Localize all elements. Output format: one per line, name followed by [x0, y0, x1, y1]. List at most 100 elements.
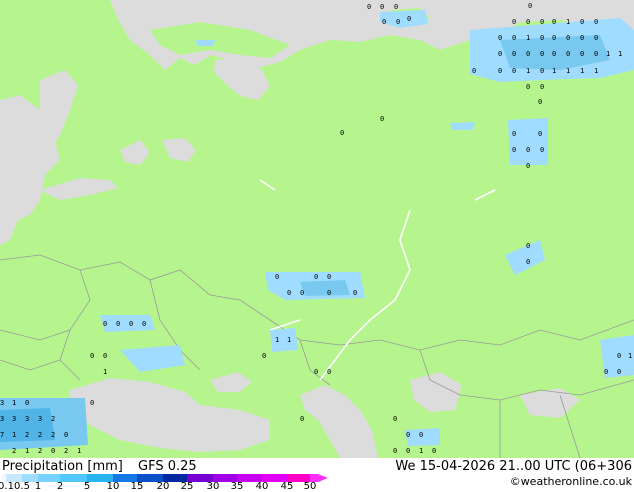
svg-text:0: 0 [512, 130, 516, 138]
svg-text:0: 0 [594, 50, 598, 58]
svg-text:0: 0 [432, 447, 436, 455]
svg-text:0: 0 [407, 15, 411, 23]
svg-text:0: 0 [393, 415, 397, 423]
colorbar-arrow [318, 474, 328, 482]
precip-ukraine [100, 315, 155, 332]
precip-small-1 [450, 122, 475, 130]
svg-text:0: 0 [406, 447, 410, 455]
colorbar-tick-label: 50 [303, 481, 317, 492]
svg-text:0: 0 [64, 431, 68, 439]
svg-text:0: 0 [580, 18, 584, 26]
svg-text:1: 1 [566, 67, 570, 75]
colorbar-tick-label: 2 [56, 481, 64, 492]
svg-text:0: 0 [103, 320, 107, 328]
svg-text:0: 0 [540, 50, 544, 58]
colorbar-tick-label: 0.5 [14, 481, 30, 492]
svg-text:3: 3 [12, 415, 16, 423]
svg-text:0: 0 [526, 146, 530, 154]
svg-text:0: 0 [538, 130, 542, 138]
svg-text:0: 0 [594, 34, 598, 42]
svg-text:2: 2 [51, 415, 55, 423]
svg-text:1: 1 [580, 67, 584, 75]
precip-small-2 [196, 40, 215, 46]
svg-text:0: 0 [472, 67, 476, 75]
svg-text:2: 2 [38, 447, 42, 455]
svg-text:0: 0 [538, 98, 542, 106]
svg-text:0: 0 [580, 50, 584, 58]
svg-text:0: 0 [406, 431, 410, 439]
svg-text:1: 1 [419, 447, 423, 455]
colorbar-tick-label: 10 [106, 481, 120, 492]
svg-text:0: 0 [540, 83, 544, 91]
svg-text:0: 0 [552, 34, 556, 42]
colorbar-tick-label: 30 [206, 481, 220, 492]
svg-text:2: 2 [51, 431, 55, 439]
svg-text:0: 0 [103, 352, 107, 360]
precip-ural-mid [508, 118, 548, 165]
svg-text:0: 0 [526, 18, 530, 26]
colorbar-tick-label: 40 [255, 481, 269, 492]
svg-text:1: 1 [287, 336, 291, 344]
svg-text:1: 1 [25, 447, 29, 455]
svg-text:0: 0 [594, 18, 598, 26]
svg-text:0: 0 [393, 447, 397, 455]
svg-text:0: 0 [512, 34, 516, 42]
svg-text:0: 0 [526, 258, 530, 266]
svg-text:0: 0 [382, 18, 386, 26]
svg-text:0: 0 [367, 3, 371, 11]
svg-text:0: 0 [512, 67, 516, 75]
svg-text:1: 1 [606, 50, 610, 58]
svg-text:0: 0 [526, 83, 530, 91]
svg-text:7: 7 [0, 431, 4, 439]
svg-text:3: 3 [0, 399, 4, 407]
colorbar-tick-label: 5 [83, 481, 91, 492]
svg-text:1: 1 [618, 50, 622, 58]
svg-text:0: 0 [604, 368, 608, 376]
svg-text:0: 0 [353, 289, 357, 297]
svg-text:0: 0 [498, 67, 502, 75]
svg-text:1: 1 [12, 431, 16, 439]
svg-text:0: 0 [419, 431, 423, 439]
svg-text:0: 0 [526, 242, 530, 250]
svg-text:0: 0 [262, 352, 266, 360]
svg-text:0: 0 [617, 352, 621, 360]
model-name: GFS 0.25 [138, 459, 197, 474]
svg-text:1: 1 [566, 18, 570, 26]
svg-text:2: 2 [25, 431, 29, 439]
svg-text:1: 1 [552, 67, 556, 75]
svg-text:0: 0 [90, 399, 94, 407]
svg-text:0: 0 [314, 368, 318, 376]
svg-text:0: 0 [540, 67, 544, 75]
svg-text:0: 0 [566, 50, 570, 58]
svg-text:2: 2 [38, 431, 42, 439]
svg-text:0: 0 [287, 289, 291, 297]
svg-text:0: 0 [25, 399, 29, 407]
colorbar-tick-label: 45 [280, 481, 294, 492]
svg-text:0: 0 [552, 18, 556, 26]
svg-text:1: 1 [526, 67, 530, 75]
svg-text:0: 0 [51, 447, 55, 455]
svg-text:0: 0 [394, 3, 398, 11]
svg-text:0: 0 [380, 3, 384, 11]
svg-text:3: 3 [0, 415, 4, 423]
svg-text:0: 0 [512, 18, 516, 26]
svg-text:0: 0 [498, 50, 502, 58]
svg-text:1: 1 [77, 447, 81, 455]
svg-text:0: 0 [526, 162, 530, 170]
svg-text:0: 0 [498, 34, 502, 42]
colorbar-tick-label: 1 [34, 481, 42, 492]
svg-text:1: 1 [628, 352, 632, 360]
svg-text:1: 1 [12, 399, 16, 407]
svg-text:0: 0 [327, 289, 331, 297]
colorbar-tick-label: 20 [156, 481, 170, 492]
svg-text:0: 0 [528, 2, 532, 10]
svg-text:0: 0 [327, 368, 331, 376]
svg-text:1: 1 [275, 336, 279, 344]
weather-map: 000 000 0 0000100 00100000 0000000011 00… [0, 0, 634, 458]
svg-text:0: 0 [340, 129, 344, 137]
svg-text:0: 0 [116, 320, 120, 328]
svg-text:0: 0 [540, 34, 544, 42]
colorbar-tick-label: 0.1 [0, 481, 14, 492]
svg-text:1: 1 [103, 368, 107, 376]
svg-text:0: 0 [90, 352, 94, 360]
